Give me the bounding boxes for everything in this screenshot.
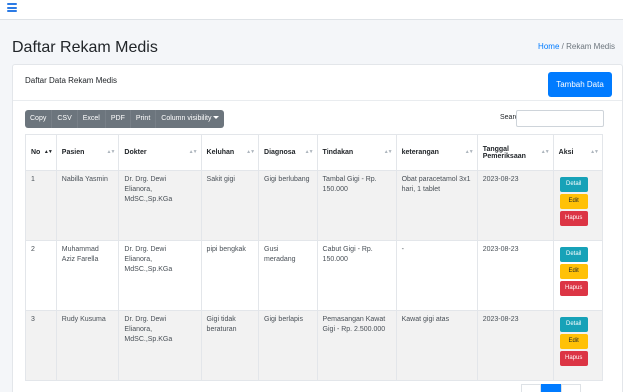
sort-icon: ▲▼ <box>106 149 116 155</box>
pagination-page-current[interactable] <box>541 384 561 392</box>
page-title: Daftar Rekam Medis <box>12 39 158 56</box>
sort-icon: ▲▼ <box>540 149 550 155</box>
sort-icon: ▲▼ <box>188 149 198 155</box>
caret-down-icon <box>213 116 220 119</box>
cell-tindakan: Cabut Gigi - Rp. 150.000 <box>316 240 397 311</box>
cell-aksi: Detail Edit Hapus <box>552 170 604 241</box>
cell-no: 1 <box>25 170 57 241</box>
sort-icon: ▲▼ <box>590 149 599 155</box>
pdf-button[interactable]: PDF <box>106 110 131 128</box>
cell-keluhan: Gigi tidak beraturan <box>200 310 260 381</box>
cell-keluhan: pipi bengkak <box>200 240 260 311</box>
cell-tanggal: 2023-08-23 <box>476 310 554 381</box>
detail-button[interactable]: Detail <box>559 247 588 262</box>
hamburger-icon[interactable] <box>7 3 17 12</box>
col-no[interactable]: No ▲▼ <box>25 134 57 171</box>
csv-button[interactable]: CSV <box>52 110 78 128</box>
sort-icon: ▲▼ <box>246 149 255 155</box>
table-header-row: No ▲▼ Pasien ▲▼ Dokter ▲▼ Keluhan ▲▼ Diagnos… <box>25 134 604 171</box>
column-visibility-button[interactable]: Column visibility <box>156 110 224 128</box>
col-dokter[interactable]: Dokter ▲▼ <box>118 134 202 171</box>
card-header: Daftar Data Rekam Medis Tambah Data <box>13 65 622 101</box>
col-keluhan[interactable]: Keluhan ▲▼ <box>200 134 260 171</box>
cell-keluhan: Sakit gigi <box>200 170 260 241</box>
add-data-button[interactable]: Tambah Data <box>548 72 612 97</box>
top-navbar <box>0 0 623 20</box>
cell-pasien: Nabilla Yasmin <box>55 170 120 241</box>
table-row: 3 Rudy Kusuma Dr. Drg. Dewi Elianora, Md… <box>25 310 604 381</box>
cell-no: 2 <box>25 240 57 311</box>
pagination-next[interactable] <box>561 384 581 392</box>
records-table: No ▲▼ Pasien ▲▼ Dokter ▲▼ Keluhan ▲▼ Diagnos… <box>25 134 604 381</box>
copy-button[interactable]: Copy <box>25 110 53 128</box>
sort-icon: ▲▼ <box>464 149 474 155</box>
cell-diagnosa: Gigi berlubang <box>258 170 318 241</box>
detail-button[interactable]: Detail <box>559 177 588 192</box>
print-button[interactable]: Print <box>131 110 157 128</box>
col-keterangan[interactable]: keterangan ▲▼ <box>395 134 478 171</box>
cell-keterangan: - <box>395 240 478 311</box>
cell-keterangan: Obat paracetamol 3x1 hari, 1 tablet <box>395 170 478 241</box>
cell-pasien: Rudy Kusuma <box>55 310 120 381</box>
table-row: 2 Muhammad Aziz Farella Dr. Drg. Dewi El… <box>25 240 604 311</box>
cell-tanggal: 2023-08-23 <box>476 240 554 311</box>
cell-tindakan: Tambal Gigi - Rp. 150.000 <box>316 170 397 241</box>
delete-button[interactable]: Hapus <box>559 351 588 366</box>
cell-pasien: Muhammad Aziz Farella <box>55 240 120 311</box>
cell-keterangan: Kawat gigi atas <box>395 310 478 381</box>
cell-diagnosa: Gusi meradang <box>258 240 318 311</box>
records-card: Daftar Data Rekam Medis Tambah Data Copy… <box>12 64 623 392</box>
cell-dokter: Dr. Drg. Dewi Elianora, MdSC.,Sp.KGa <box>118 310 202 381</box>
cell-no: 3 <box>25 310 57 381</box>
col-pasien[interactable]: Pasien ▲▼ <box>55 134 120 171</box>
excel-button[interactable]: Excel <box>78 110 106 128</box>
cell-diagnosa: Gigi berlapis <box>258 310 318 381</box>
delete-button[interactable]: Hapus <box>559 281 588 296</box>
export-button-group: Copy CSV Excel PDF Print Column visibili… <box>25 110 225 128</box>
table-row: 1 Nabilla Yasmin Dr. Drg. Dewi Elianora,… <box>25 170 604 241</box>
pagination <box>521 384 581 392</box>
edit-button[interactable]: Edit <box>559 264 588 279</box>
col-diagnosa[interactable]: Diagnosa ▲▼ <box>258 134 318 171</box>
breadcrumb: Home / Rekam Medis <box>538 42 615 51</box>
breadcrumb-home-link[interactable]: Home <box>538 42 559 51</box>
card-title: Daftar Data Rekam Medis <box>25 76 118 85</box>
cell-dokter: Dr. Drg. Dewi Elianora, MdSC.,Sp.KGa <box>118 170 202 241</box>
edit-button[interactable]: Edit <box>559 334 588 349</box>
column-visibility-label: Column visibility <box>161 115 212 122</box>
col-tanggal[interactable]: Tanggal Pemeriksaan ▲▼ <box>476 134 554 171</box>
cell-tanggal: 2023-08-23 <box>476 170 554 241</box>
sort-icon: ▲▼ <box>43 149 53 155</box>
pagination-previous[interactable] <box>521 384 541 392</box>
breadcrumb-separator: / <box>561 42 564 51</box>
col-tindakan[interactable]: Tindakan ▲▼ <box>316 134 397 171</box>
edit-button[interactable]: Edit <box>559 194 588 209</box>
detail-button[interactable]: Detail <box>559 317 588 332</box>
search-input[interactable] <box>516 110 604 127</box>
sort-icon: ▲▼ <box>304 149 314 155</box>
cell-aksi: Detail Edit Hapus <box>552 310 604 381</box>
col-aksi[interactable]: Aksi ▲▼ <box>552 134 604 171</box>
cell-dokter: Dr. Drg. Dewi Elianora, MdSC.,Sp.KGa <box>118 240 202 311</box>
delete-button[interactable]: Hapus <box>559 211 588 226</box>
cell-tindakan: Pemasangan Kawat Gigi - Rp. 2.500.000 <box>316 310 397 381</box>
breadcrumb-current: Rekam Medis <box>566 42 615 51</box>
sort-icon: ▲▼ <box>383 149 393 155</box>
cell-aksi: Detail Edit Hapus <box>552 240 604 311</box>
